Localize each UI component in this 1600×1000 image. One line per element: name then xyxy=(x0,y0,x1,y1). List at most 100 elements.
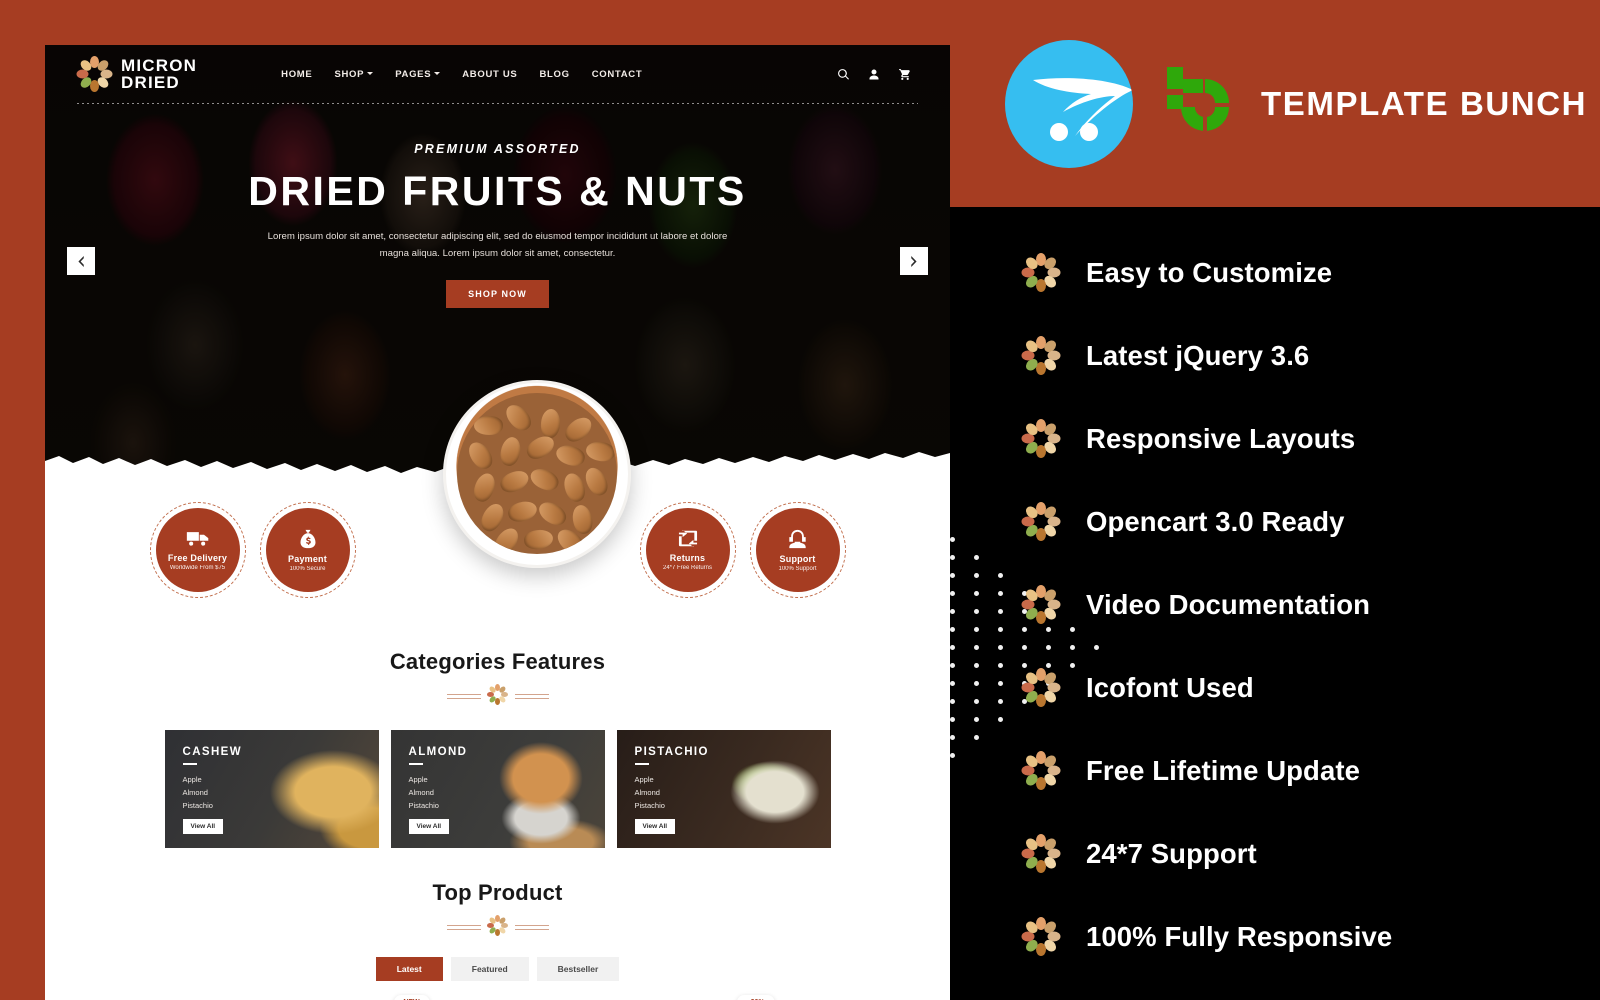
category-underline xyxy=(182,763,197,765)
logo-line-1: MICRON xyxy=(121,56,198,75)
divider-line-left xyxy=(446,693,481,695)
category-link[interactable]: Apple xyxy=(635,773,831,786)
slider-prev-arrow[interactable] xyxy=(67,247,95,275)
category-card-body: ALMOND Apple Almond Pistachio View All xyxy=(391,730,605,835)
category-name: PISTACHIO xyxy=(634,746,709,758)
site-logo[interactable]: MICRON DRIED xyxy=(76,56,198,92)
service-subtitle: Worldwide From $75 xyxy=(169,564,226,571)
feature-label: Video Documentation xyxy=(1086,588,1371,620)
feature-label: Opencart 3.0 Ready xyxy=(1086,505,1345,537)
nut-ring-icon xyxy=(1021,834,1061,873)
slider-next-arrow[interactable] xyxy=(900,247,928,275)
category-underline xyxy=(634,763,649,765)
site-preview-screenshot: MICRON DRIED HOME SHOP PAGES ABOUT US BL… xyxy=(45,45,950,1000)
headset-support-icon xyxy=(789,529,806,548)
feature-item: 100% Fully Responsive xyxy=(1021,895,1600,978)
nav-item-contact[interactable]: CONTACT xyxy=(592,69,643,80)
tab-latest[interactable]: Latest xyxy=(375,957,443,981)
nut-ring-icon xyxy=(1021,253,1061,292)
category-underline xyxy=(408,763,423,765)
service-subtitle: 100% Secure xyxy=(289,565,326,572)
service-badge-payment[interactable]: Payment 100% Secure xyxy=(259,502,356,598)
nav-item-home[interactable]: HOME xyxy=(281,69,312,80)
feature-item: Latest jQuery 3.6 xyxy=(1021,314,1600,397)
money-bag-icon xyxy=(300,529,315,548)
nav-label: CONTACT xyxy=(591,68,643,80)
template-bunch-logo: TEMPLATE BUNCH xyxy=(1165,65,1587,143)
header-icon-group xyxy=(837,68,912,81)
nav-item-blog[interactable]: BLOG xyxy=(539,69,569,80)
nut-ring-icon xyxy=(1021,585,1061,624)
shopping-cart-icon[interactable] xyxy=(898,68,912,81)
view-all-button[interactable]: View All xyxy=(408,819,450,835)
service-badge-free-delivery[interactable]: Free Delivery Worldwide From $75 xyxy=(149,502,246,598)
almond-bowl-image xyxy=(443,380,631,568)
category-link[interactable]: Pistachio xyxy=(183,799,379,812)
feature-label: 24*7 Support xyxy=(1086,837,1257,869)
category-card-body: PISTACHIO Apple Almond Pistachio View Al… xyxy=(617,730,831,835)
service-badges-strip: Free Delivery Worldwide From $75 Payment… xyxy=(45,380,950,625)
nav-item-shop[interactable]: SHOP xyxy=(334,68,374,80)
category-link[interactable]: Pistachio xyxy=(409,799,605,812)
tab-bestseller[interactable]: Bestseller xyxy=(536,957,620,981)
category-card-cashew[interactable]: CASHEW Apple Almond Pistachio View All xyxy=(164,730,379,848)
section-divider-ornament xyxy=(45,683,950,705)
nut-ring-icon xyxy=(1021,668,1061,707)
delivery-truck-icon xyxy=(186,531,208,546)
returns-exchange-icon xyxy=(678,529,697,548)
category-card-pistachio[interactable]: PISTACHIO Apple Almond Pistachio View Al… xyxy=(616,730,831,848)
category-link[interactable]: Apple xyxy=(183,773,379,786)
template-bunch-b-logo-icon xyxy=(1165,65,1243,143)
view-all-button[interactable]: View All xyxy=(634,819,676,835)
category-card-almond[interactable]: ALMOND Apple Almond Pistachio View All xyxy=(390,730,605,848)
category-card-body: CASHEW Apple Almond Pistachio View All xyxy=(165,730,379,835)
template-bunch-brand-name: TEMPLATE BUNCH xyxy=(1261,84,1588,122)
section-divider-ornament xyxy=(45,914,950,936)
decorative-dot-pattern xyxy=(950,537,1099,777)
nav-label: SHOP xyxy=(334,68,365,80)
category-link[interactable]: Almond xyxy=(183,786,379,799)
top-product-heading: Top Product xyxy=(432,880,563,905)
top-product-section: Top Product Latest Featured Bestseller N… xyxy=(45,880,950,1000)
shop-now-button[interactable]: SHOP NOW xyxy=(446,279,549,308)
feature-item: Responsive Layouts xyxy=(1021,397,1600,480)
chevron-down-icon xyxy=(367,72,374,76)
category-card-list: CASHEW Apple Almond Pistachio View All A… xyxy=(45,730,950,848)
promo-panel: TEMPLATE BUNCH Easy to Customize Latest … xyxy=(950,0,1600,1000)
category-link[interactable]: Apple xyxy=(409,773,605,786)
main-navigation: HOME SHOP PAGES ABOUT US BLOG CONTACT xyxy=(281,69,642,80)
nut-ring-icon xyxy=(1021,917,1061,956)
site-header: MICRON DRIED HOME SHOP PAGES ABOUT US BL… xyxy=(45,45,950,103)
categories-section: Categories Features CASHEW Apple Almond … xyxy=(45,649,950,848)
nav-label: ABOUT US xyxy=(462,68,518,80)
chevron-down-icon xyxy=(434,72,441,76)
tab-featured[interactable]: Featured xyxy=(450,957,529,981)
nut-ring-icon xyxy=(1021,502,1061,541)
user-account-icon[interactable] xyxy=(868,68,880,81)
nav-item-about-us[interactable]: ABOUT US xyxy=(462,69,517,80)
hero-title: DRIED FRUITS & NUTS xyxy=(248,168,747,214)
category-link[interactable]: Pistachio xyxy=(635,799,831,812)
feature-item: Free Lifetime Update xyxy=(1021,729,1600,812)
category-link[interactable]: Almond xyxy=(635,786,831,799)
nav-item-pages[interactable]: PAGES xyxy=(395,68,441,80)
feature-item: Icofont Used xyxy=(1021,646,1600,729)
view-all-button[interactable]: View All xyxy=(182,819,224,835)
hero-copy: PREMIUM ASSORTED DRIED FRUITS & NUTS Lor… xyxy=(45,104,950,308)
product-tab-list: Latest Featured Bestseller xyxy=(45,957,950,981)
category-link[interactable]: Almond xyxy=(409,786,605,799)
service-title: Payment xyxy=(288,553,327,564)
feature-label: Latest jQuery 3.6 xyxy=(1086,339,1310,371)
product-badge-discount: - 20% xyxy=(736,995,775,1000)
almond-bowl-contents xyxy=(457,393,617,554)
hero-eyebrow: PREMIUM ASSORTED xyxy=(414,142,581,156)
logo-line-2: DRIED xyxy=(121,73,180,92)
nav-label: PAGES xyxy=(395,68,432,80)
service-title: Support xyxy=(779,553,816,564)
service-badge-returns[interactable]: Returns 24*7 Free Returns xyxy=(639,502,736,598)
service-badge-support[interactable]: Support 100% Support xyxy=(749,502,846,598)
feature-item: 24*7 Support xyxy=(1021,812,1600,895)
categories-heading: Categories Features xyxy=(389,649,606,674)
search-icon[interactable] xyxy=(837,68,850,81)
hero-paragraph: Lorem ipsum dolor sit amet, consectetur … xyxy=(267,231,728,259)
